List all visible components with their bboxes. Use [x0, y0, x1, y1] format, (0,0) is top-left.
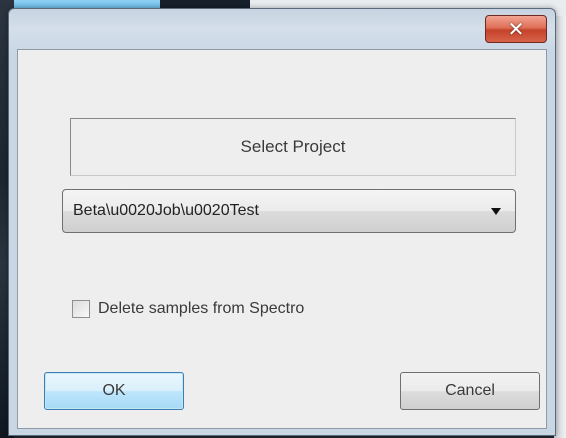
delete-samples-option[interactable]: Delete samples from Spectro: [72, 300, 304, 318]
select-project-header: Select Project: [70, 118, 516, 176]
delete-samples-checkbox[interactable]: [72, 300, 90, 318]
dialog-titlebar[interactable]: ✕: [9, 9, 555, 49]
close-button[interactable]: ✕: [485, 15, 547, 43]
cancel-button[interactable]: Cancel: [400, 372, 540, 410]
chevron-down-icon: [491, 208, 501, 215]
select-project-label: Select Project: [240, 137, 346, 156]
dialog-client-area: Select Project Beta\u0020Job\u0020Test D…: [17, 49, 547, 429]
delete-samples-label[interactable]: Delete samples from Spectro: [98, 300, 304, 318]
ok-button[interactable]: OK: [44, 372, 184, 410]
project-select-value: Beta\u0020Job\u0020Test: [73, 202, 259, 219]
project-select-dropdown[interactable]: Beta\u0020Job\u0020Test: [62, 189, 516, 233]
select-project-dialog: ✕ Select Project Beta\u0020Job\u0020Test…: [8, 8, 556, 436]
close-icon: ✕: [507, 17, 525, 41]
